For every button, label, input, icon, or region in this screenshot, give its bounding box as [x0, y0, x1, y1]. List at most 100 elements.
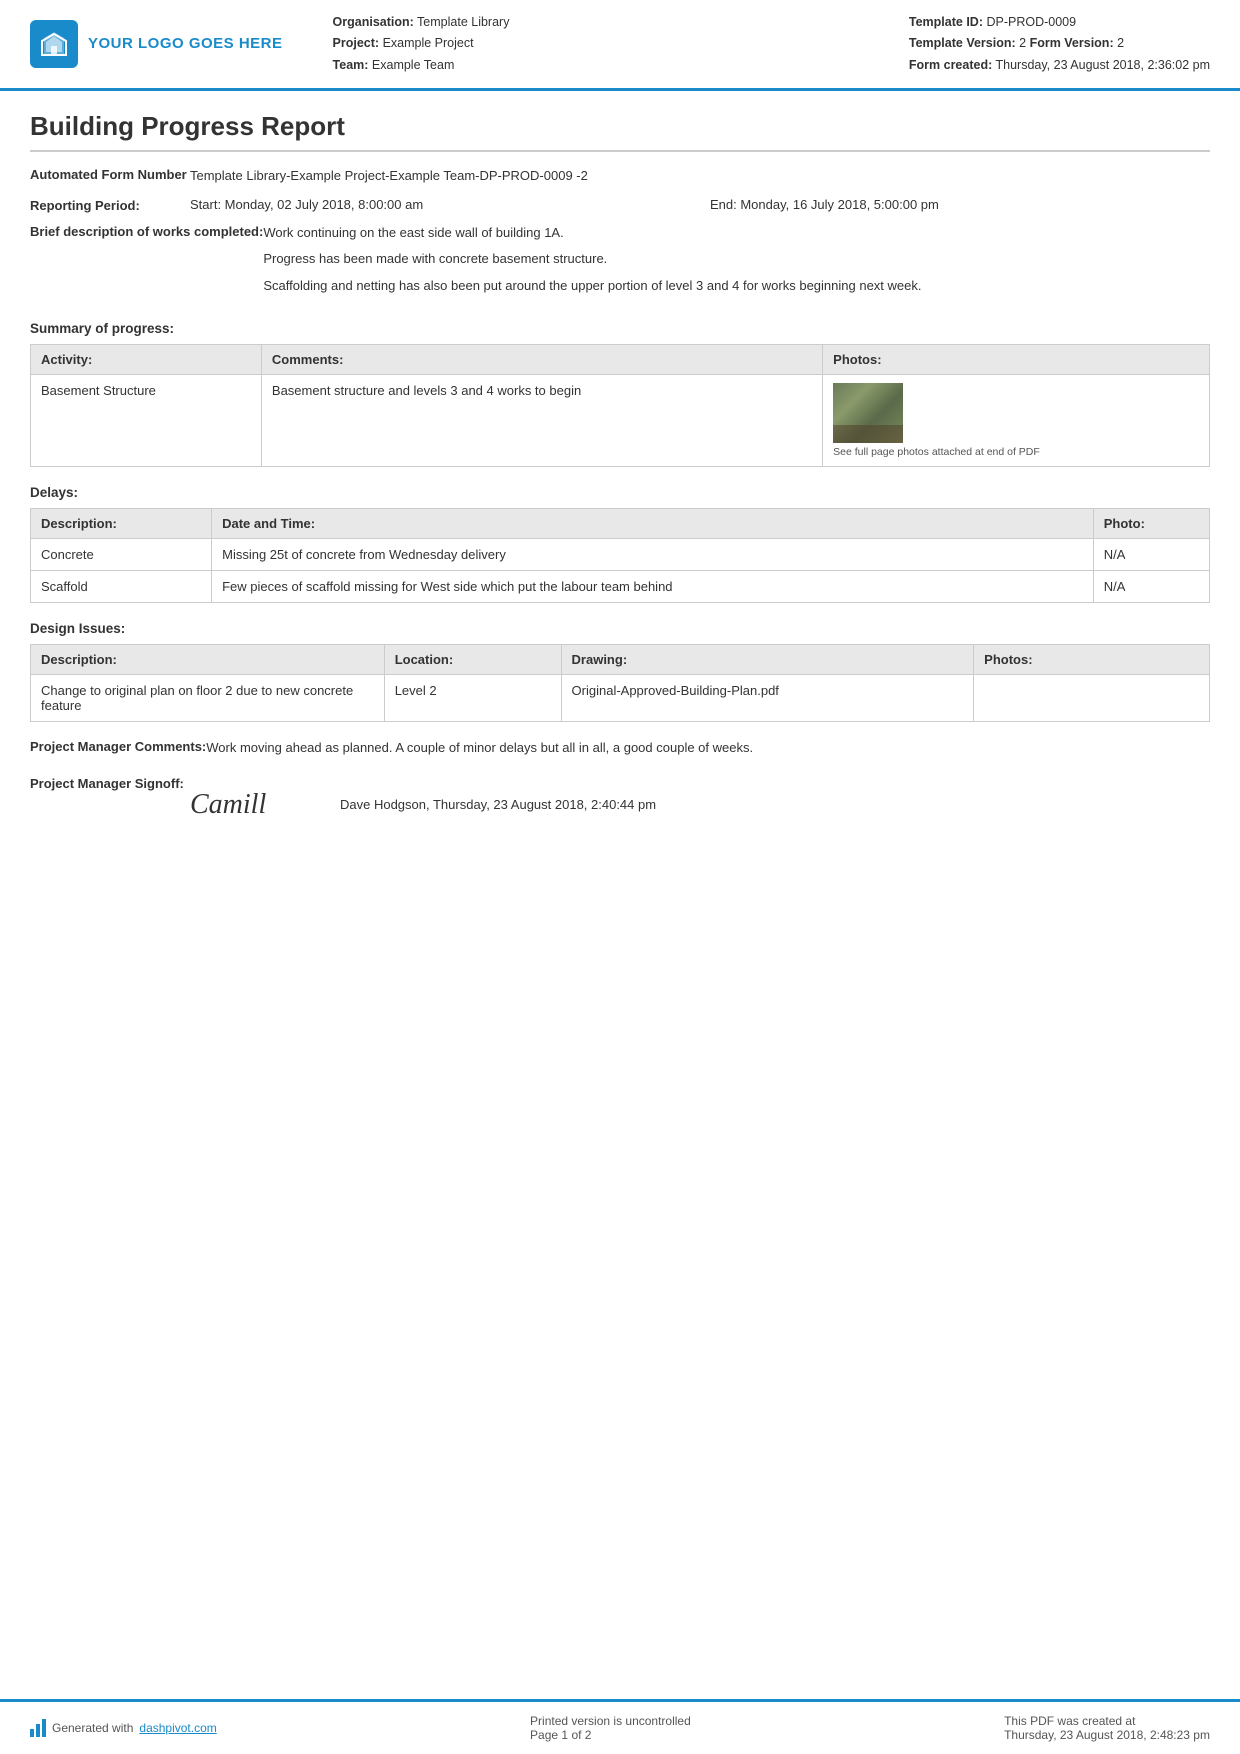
design-description-1: Change to original plan on floor 2 due t… — [31, 674, 385, 721]
delays-datetime-1: Missing 25t of concrete from Wednesday d… — [212, 538, 1094, 570]
summary-header-photos: Photos: — [823, 344, 1210, 374]
summary-activity-1: Basement Structure — [31, 374, 262, 466]
reporting-period-values: Start: Monday, 02 July 2018, 8:00:00 am … — [190, 197, 1210, 213]
signature-area: Camill Dave Hodgson, Thursday, 23 August… — [190, 779, 1210, 832]
delays-photo-1: N/A — [1093, 538, 1209, 570]
brief-desc-line-2: Progress has been made with concrete bas… — [263, 249, 1210, 270]
template-id-label: Template ID: — [909, 15, 983, 29]
delays-datetime-2: Few pieces of scaffold missing for West … — [212, 570, 1094, 602]
delays-row-1: Concrete Missing 25t of concrete from We… — [31, 538, 1210, 570]
form-version-label: Form Version: — [1030, 36, 1114, 50]
summary-photos-1: See full page photos attached at end of … — [823, 374, 1210, 466]
pdf-created-label: This PDF was created at — [1004, 1714, 1210, 1728]
brief-description-label: Brief description of works completed: — [30, 223, 263, 303]
summary-header-comments: Comments: — [261, 344, 822, 374]
org-value: Template Library — [417, 15, 509, 29]
printed-version-text: Printed version is uncontrolled — [530, 1714, 691, 1728]
page-info: Page 1 of 2 — [530, 1728, 691, 1742]
project-label: Project: — [333, 36, 380, 50]
template-id-value: DP-PROD-0009 — [986, 15, 1076, 29]
design-issues-table: Description: Location: Drawing: Photos: … — [30, 644, 1210, 722]
pdf-created-value: Thursday, 23 August 2018, 2:48:23 pm — [1004, 1728, 1210, 1742]
pm-comments-value: Work moving ahead as planned. A couple o… — [206, 738, 1210, 759]
team-value: Example Team — [372, 58, 454, 72]
summary-row-1: Basement Structure Basement structure an… — [31, 374, 1210, 466]
automated-form-number-label: Automated Form Number — [30, 166, 190, 187]
reporting-start: Start: Monday, 02 July 2018, 8:00:00 am — [190, 197, 690, 213]
footer: Generated with dashpivot.com Printed ver… — [0, 1699, 1240, 1754]
delays-header-row: Description: Date and Time: Photo: — [31, 508, 1210, 538]
page-of: of 2 — [571, 1728, 591, 1742]
delays-table: Description: Date and Time: Photo: Concr… — [30, 508, 1210, 603]
pm-signoff-value: Camill Dave Hodgson, Thursday, 23 August… — [190, 775, 1210, 832]
spacer — [0, 1280, 1240, 1699]
template-version-label: Template Version: — [909, 36, 1016, 50]
design-location-1: Level 2 — [384, 674, 561, 721]
form-created-label: Form created: — [909, 58, 992, 72]
header-meta-left: Organisation: Template Library Project: … — [333, 12, 510, 76]
reporting-period-label: Reporting Period: — [30, 197, 190, 213]
page-number: 1 — [561, 1728, 568, 1742]
header: YOUR LOGO GOES HERE Organisation: Templa… — [0, 0, 1240, 91]
photo-thumb — [833, 383, 903, 443]
design-issues-section-title: Design Issues: — [30, 621, 1210, 636]
page-label: Page — [530, 1728, 558, 1742]
logo-text: YOUR LOGO GOES HERE — [88, 35, 283, 52]
pm-comments-row: Project Manager Comments: Work moving ah… — [30, 738, 1210, 759]
bar-3 — [42, 1719, 46, 1737]
brief-description-value: Work continuing on the east side wall of… — [263, 223, 1210, 303]
summary-comments-1: Basement structure and levels 3 and 4 wo… — [261, 374, 822, 466]
generated-text: Generated with — [52, 1721, 133, 1735]
page-wrapper: YOUR LOGO GOES HERE Organisation: Templa… — [0, 0, 1240, 1754]
delays-header-description: Description: — [31, 508, 212, 538]
report-title: Building Progress Report — [30, 111, 1210, 152]
design-header-description: Description: — [31, 644, 385, 674]
brief-description-row: Brief description of works completed: Wo… — [30, 223, 1210, 303]
reporting-period-row: Reporting Period: Start: Monday, 02 July… — [30, 197, 1210, 213]
automated-form-number-row: Automated Form Number Template Library-E… — [30, 166, 1210, 187]
summary-table-header-row: Activity: Comments: Photos: — [31, 344, 1210, 374]
pm-comments-label: Project Manager Comments: — [30, 738, 206, 759]
delays-photo-2: N/A — [1093, 570, 1209, 602]
delays-description-1: Concrete — [31, 538, 212, 570]
brief-desc-line-3: Scaffolding and netting has also been pu… — [263, 276, 1210, 297]
automated-form-number-value: Template Library-Example Project-Example… — [190, 166, 1210, 187]
form-created-value: Thursday, 23 August 2018, 2:36:02 pm — [996, 58, 1211, 72]
design-header-location: Location: — [384, 644, 561, 674]
template-version-value: 2 — [1019, 36, 1026, 50]
delays-section-title: Delays: — [30, 485, 1210, 500]
design-header-photos: Photos: — [974, 644, 1210, 674]
header-meta-right: Template ID: DP-PROD-0009 Template Versi… — [909, 12, 1210, 76]
bar-2 — [36, 1724, 40, 1737]
summary-header-activity: Activity: — [31, 344, 262, 374]
delays-row-2: Scaffold Few pieces of scaffold missing … — [31, 570, 1210, 602]
team-label: Team: — [333, 58, 369, 72]
design-row-1: Change to original plan on floor 2 due t… — [31, 674, 1210, 721]
signature-image: Camill — [190, 779, 310, 832]
design-issues-header-row: Description: Location: Drawing: Photos: — [31, 644, 1210, 674]
project-value: Example Project — [383, 36, 474, 50]
form-version-value: 2 — [1117, 36, 1124, 50]
logo-icon — [30, 20, 78, 68]
delays-description-2: Scaffold — [31, 570, 212, 602]
pm-signoff-row: Project Manager Signoff: Camill Dave Hod… — [30, 775, 1210, 832]
design-drawing-1: Original-Approved-Building-Plan.pdf — [561, 674, 974, 721]
header-meta: Organisation: Template Library Project: … — [303, 12, 1210, 76]
footer-center: Printed version is uncontrolled Page 1 o… — [530, 1714, 691, 1742]
delays-header-photo: Photo: — [1093, 508, 1209, 538]
dashpivot-link[interactable]: dashpivot.com — [139, 1721, 216, 1735]
footer-left: Generated with dashpivot.com — [30, 1719, 217, 1737]
summary-section-title: Summary of progress: — [30, 321, 1210, 336]
org-label: Organisation: — [333, 15, 414, 29]
logo-area: YOUR LOGO GOES HERE — [30, 12, 283, 76]
design-photos-1 — [974, 674, 1210, 721]
photo-thumb-img — [833, 383, 903, 443]
design-header-drawing: Drawing: — [561, 644, 974, 674]
photo-caption: See full page photos attached at end of … — [833, 446, 1199, 458]
brief-desc-line-1: Work continuing on the east side wall of… — [263, 223, 1210, 244]
reporting-end: End: Monday, 16 July 2018, 5:00:00 pm — [710, 197, 1210, 213]
signature-text: Dave Hodgson, Thursday, 23 August 2018, … — [340, 795, 656, 816]
main-content: Building Progress Report Automated Form … — [0, 91, 1240, 1281]
bar-chart-icon — [30, 1719, 46, 1737]
bar-1 — [30, 1729, 34, 1737]
